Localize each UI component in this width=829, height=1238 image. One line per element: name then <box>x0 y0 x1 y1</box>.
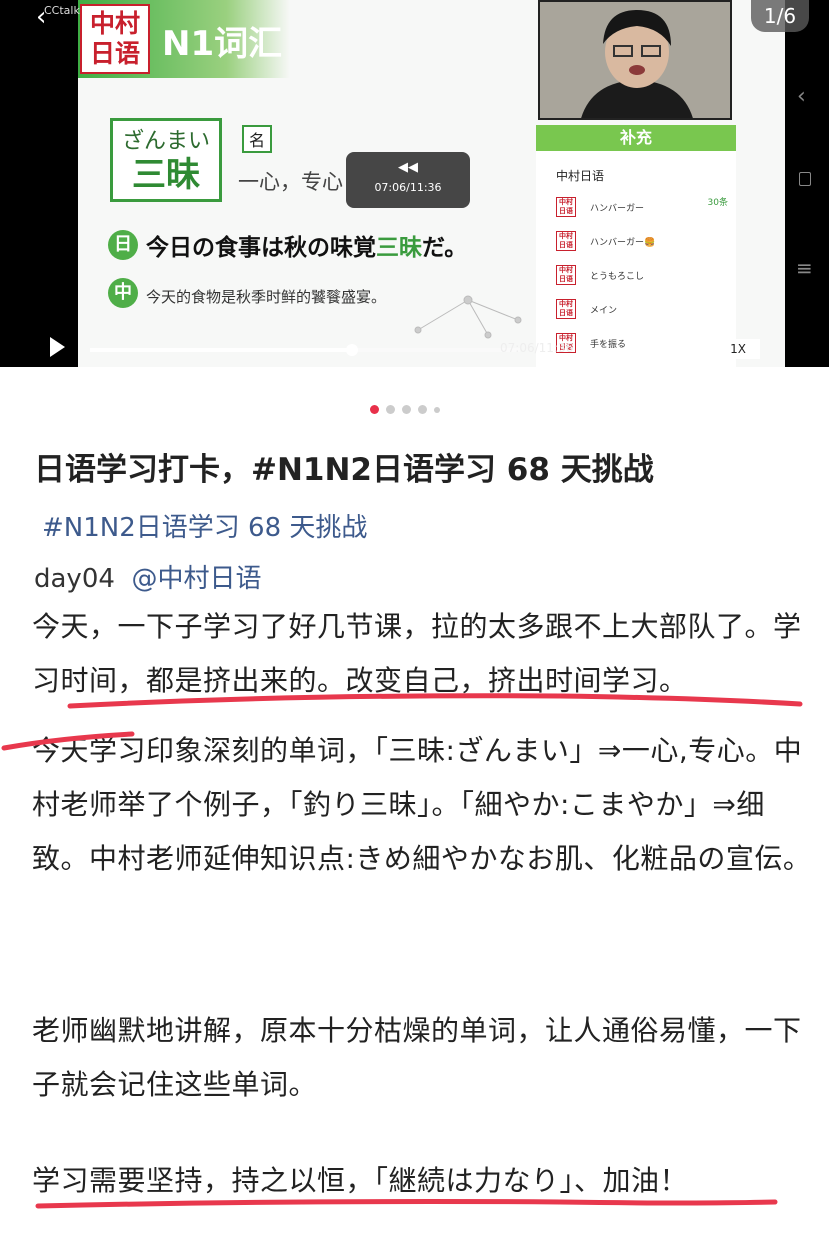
word-kanji: 三昧 <box>132 155 200 195</box>
part-of-speech-tag: 名 <box>242 125 273 153</box>
menu-icon[interactable]: ≡ <box>796 256 813 280</box>
channel-name: 中村日语 <box>556 169 605 183</box>
logo-line: 中村 <box>89 9 140 38</box>
speed-button[interactable]: 1X <box>716 339 760 359</box>
carousel-dot[interactable] <box>386 405 395 414</box>
forward-5s-button[interactable]: ▶▶ 5" <box>652 339 704 361</box>
app-watermark: CCtalk <box>44 4 80 17</box>
day-line: day04 @中村日语 <box>34 558 261 595</box>
post-paragraph: 老师幽默地讲解，原本十分枯燥的单词，让人通俗易懂，一下子就会记住这些单词。 <box>32 1014 802 1101</box>
post-paragraph: 今天，一下子学习了好几节课，拉的太多跟不上大部队了。学习时间，都是挤出来的。改变… <box>32 610 802 697</box>
chat-item: 中村 日语 ハンバーガー🍔 <box>556 230 736 252</box>
mention-link[interactable]: @中村日语 <box>131 564 261 594</box>
chevron-left-icon[interactable]: ‹ <box>797 84 806 109</box>
carousel-dot[interactable] <box>434 406 440 413</box>
carousel-dot[interactable] <box>418 405 427 414</box>
chat-text: とうもろこし <box>590 271 645 282</box>
channel-avatar-icon: 中村 日语 <box>556 231 576 251</box>
chat-item: 中村 日语 とうもろこし <box>556 264 736 286</box>
rewind-icon: ◀◀ <box>398 160 418 175</box>
carousel-dot[interactable] <box>402 405 411 414</box>
home-square-icon[interactable] <box>799 172 811 186</box>
channel-avatar-icon: 中村 日语 <box>556 265 576 285</box>
word-meaning: 一心，专心 <box>238 170 343 194</box>
sentence-part: だ。 <box>422 235 468 261</box>
chat-text: ハンバーガー🍔 <box>590 237 656 248</box>
carousel-dot[interactable] <box>370 405 379 414</box>
channel-avatar-icon: 中村 日语 <box>556 299 576 319</box>
seek-tooltip: ◀◀ 07:06/11:36 <box>346 152 470 208</box>
chat-text: ハンバーガー <box>590 203 645 214</box>
example-sentence-jp: 今日の食事は秋の味覚三昧だ。 <box>146 228 467 262</box>
word-reading: ざんまい <box>121 129 210 154</box>
chinese-badge-icon: 中 <box>108 278 138 308</box>
channel-avatar-icon: 中村 日语 <box>556 197 576 217</box>
brand-logo: 中村 日语 <box>80 4 150 74</box>
playback-time: 07:06/11:36 <box>500 341 574 355</box>
chat-text: メイン <box>590 305 618 316</box>
post-title: 日语学习打卡，#N1N2日语学习 68 天挑战 <box>34 452 654 488</box>
person-figure <box>540 2 730 118</box>
japanese-badge-icon: 日 <box>108 230 138 260</box>
post-paragraph: 今天学习印象深刻的单词，「三昧:ざんまい」⇒一心,专心。中村老师举了个例子，「釣… <box>32 734 812 875</box>
hashtag-link[interactable]: #N1N2日语学习 68 天挑战 <box>42 507 367 544</box>
message-count: 30条 <box>707 198 728 208</box>
carousel-indicator <box>370 405 440 414</box>
progress-track[interactable] <box>90 344 520 356</box>
logo-line: 日语 <box>89 39 140 68</box>
progress-knob[interactable] <box>346 344 359 356</box>
vocab-card: ざんまい 三昧 <box>110 118 222 202</box>
slide-title: N1词汇 <box>162 24 283 64</box>
sentence-part: 今日の食事は秋の味覚 <box>146 235 376 261</box>
play-icon[interactable] <box>50 337 65 357</box>
supplement-header: 补充 <box>536 125 736 151</box>
progress-fill <box>90 348 353 352</box>
day-label: day04 <box>34 564 115 594</box>
sentence-highlight: 三昧 <box>376 235 422 261</box>
post-paragraph: 学习需要坚持，持之以恒，「継続は力なり」、加油！ <box>32 1164 689 1197</box>
chat-item: 中村 日语 メイン <box>556 298 736 320</box>
teacher-webcam <box>538 0 732 120</box>
player-controls: 07:06/11:36 ▶▶ 5" 1X <box>0 325 829 367</box>
image-page-counter: 1/6 <box>751 0 809 32</box>
tooltip-time: 07:06/11:36 <box>374 181 442 194</box>
example-sentence-cn: 今天的食物是秋季时鲜的饕餮盛宴。 <box>146 288 387 306</box>
video-player[interactable]: 中村 日语 N1词汇 ざんまい 三昧 名 一心，专心 日 今日の食事は秋の味覚三… <box>0 0 829 367</box>
